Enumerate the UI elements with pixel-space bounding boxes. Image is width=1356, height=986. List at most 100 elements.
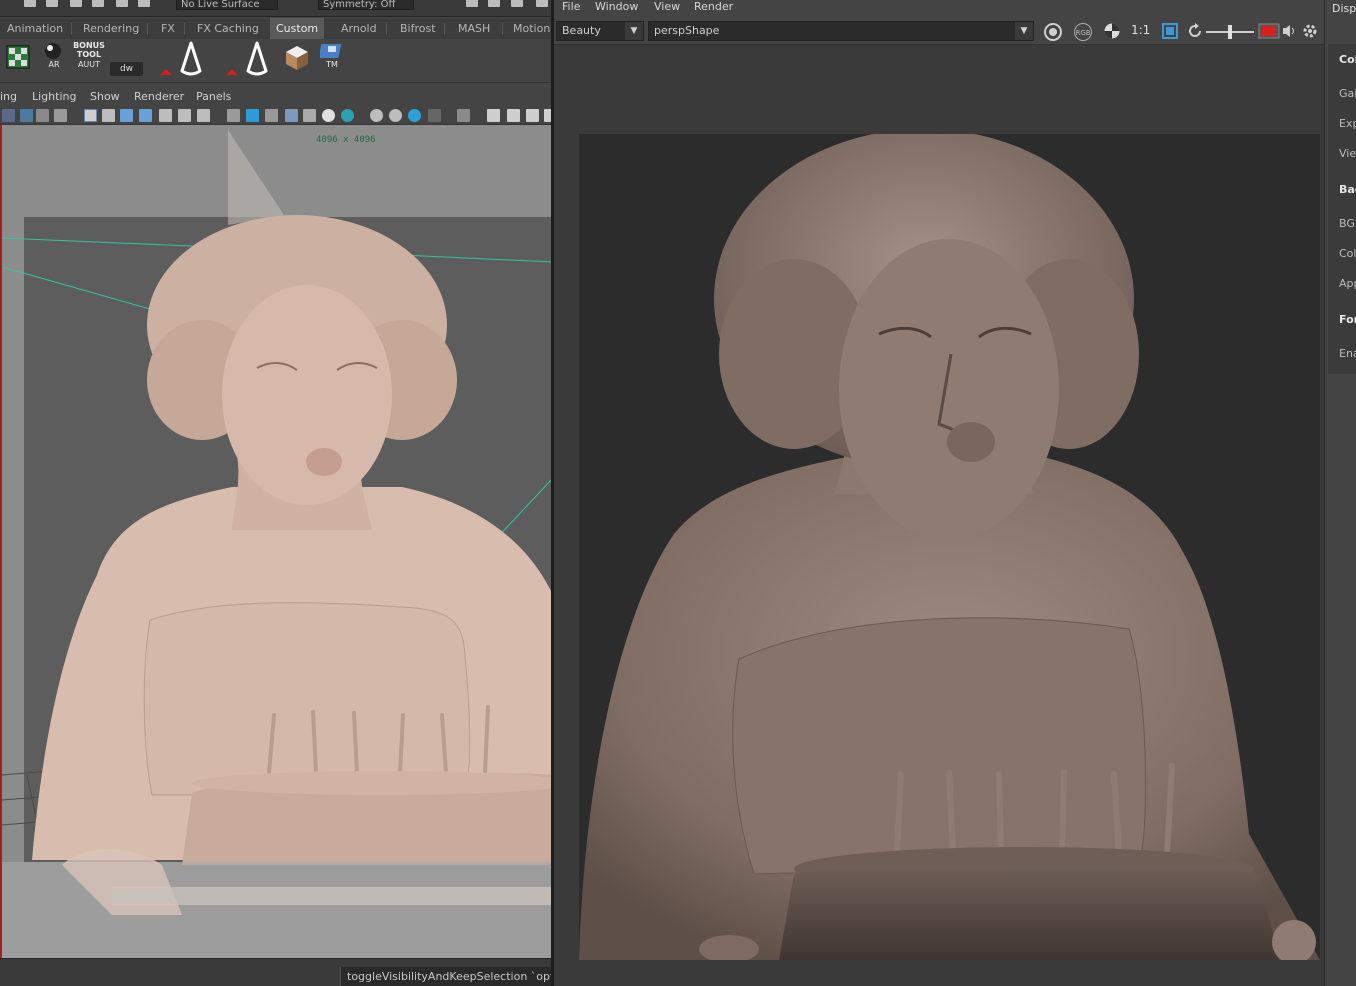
motion-blur-icon[interactable]	[370, 109, 383, 122]
snap-point-icon[interactable]	[70, 0, 82, 7]
depth-of-field-icon[interactable]	[408, 109, 421, 122]
ar-sphere-icon[interactable]	[42, 41, 64, 61]
perspective-viewport[interactable]: 4096 x 4096	[0, 125, 551, 958]
gear-icon[interactable]	[1301, 22, 1319, 40]
tab-arnold[interactable]: Arnold	[339, 18, 379, 39]
maya-main-panel: No Live Surface Symmetry: Off Animation …	[0, 0, 557, 986]
smooth-shade-icon[interactable]	[246, 109, 259, 122]
section-background[interactable]: Bac	[1339, 183, 1356, 196]
tab-animation[interactable]: Animation	[5, 18, 65, 39]
safe-title-icon[interactable]	[197, 109, 210, 122]
image-plane-icon[interactable]	[54, 109, 67, 122]
rgb-label: RGB	[1075, 29, 1090, 37]
tab-mash[interactable]: MASH	[456, 18, 492, 39]
tab-motion[interactable]: Motion	[511, 18, 552, 39]
apply-field-label: App	[1339, 277, 1356, 290]
xray-icon[interactable]	[457, 109, 470, 122]
field-chart-icon[interactable]	[159, 109, 172, 122]
chevron-down-icon: ▼	[625, 22, 643, 40]
wireframe-icon[interactable]	[227, 109, 240, 122]
tab-rendering[interactable]: Rendering	[81, 18, 141, 39]
xray-active-icon[interactable]	[507, 109, 520, 122]
status-line-top: No Live Surface Symmetry: Off	[0, 0, 551, 17]
camera-attributes-icon[interactable]	[20, 109, 33, 122]
viewport-toolbar	[0, 107, 557, 125]
menu-file[interactable]: File	[562, 0, 580, 13]
ipr-render-icon[interactable]	[511, 0, 523, 7]
film-gate-icon[interactable]	[102, 109, 115, 122]
anti-aliasing-icon[interactable]	[389, 109, 402, 122]
tab-separator	[386, 23, 387, 35]
lights-icon[interactable]	[303, 109, 316, 122]
render-settings-icon[interactable]	[536, 0, 548, 7]
select-camera-icon[interactable]	[2, 109, 15, 122]
menu-shading[interactable]: ing	[0, 90, 17, 103]
display-tab[interactable]: Disp	[1332, 2, 1356, 15]
snap-live-icon[interactable]	[138, 0, 150, 7]
snap-grid-icon[interactable]	[24, 0, 36, 7]
render-frame-icon[interactable]	[466, 0, 478, 7]
audio-icon[interactable]	[1282, 23, 1296, 39]
zoom-ratio-button[interactable]: 1:1	[1131, 23, 1150, 37]
bonus-tool-button[interactable]: BONUS TOOL	[70, 41, 108, 59]
snap-view-icon[interactable]	[92, 0, 104, 7]
safe-action-icon[interactable]	[178, 109, 191, 122]
render-view-toolbar: Beauty ▼ perspShape ▼ RGB 1:1	[554, 17, 1324, 45]
gate-mask-icon[interactable]	[139, 109, 152, 122]
bookmark-icon[interactable]	[36, 109, 49, 122]
render-region-icon[interactable]	[1043, 22, 1063, 42]
tm-label: TM	[326, 60, 338, 69]
uv-checker-icon[interactable]	[6, 45, 30, 69]
aov-dropdown[interactable]: Beauty ▼	[556, 21, 644, 41]
render-canvas[interactable]	[554, 45, 1324, 986]
auut-button[interactable]: AUUT	[72, 60, 106, 69]
menu-panels[interactable]: Panels	[196, 90, 231, 103]
isolate-select-icon[interactable]	[428, 109, 441, 122]
color-field-label: Col	[1339, 247, 1356, 260]
camera-dropdown-value: perspShape	[654, 24, 720, 37]
section-color-management[interactable]: Col	[1339, 53, 1356, 66]
dw-button[interactable]: dw	[110, 62, 143, 76]
refresh-icon[interactable]	[1187, 23, 1203, 39]
wireframe-on-shaded-icon[interactable]	[265, 109, 278, 122]
tab-bifrost[interactable]: Bifrost	[398, 18, 438, 39]
frame-all-icon[interactable]	[1162, 23, 1178, 39]
render-view-settings-panel: Disp Col Gai Exp Vie Bac BG Col App For …	[1324, 0, 1356, 986]
rendered-image	[579, 134, 1320, 960]
section-foreground[interactable]: For	[1339, 313, 1356, 326]
stop-render-icon[interactable]	[1258, 23, 1280, 39]
render-scene	[579, 134, 1320, 960]
exposure-slider[interactable]	[1206, 25, 1254, 39]
cone-light-2-icon[interactable]	[222, 41, 272, 79]
viewport-scene	[2, 130, 551, 958]
symmetry-field[interactable]: Symmetry: Off	[318, 0, 414, 10]
menu-window[interactable]: Window	[595, 0, 638, 13]
menu-renderer[interactable]: Renderer	[134, 90, 184, 103]
tab-fx[interactable]: FX	[159, 18, 177, 39]
shadows-icon[interactable]	[322, 109, 335, 122]
live-surface-field[interactable]: No Live Surface	[176, 0, 278, 10]
camera-dropdown[interactable]: perspShape ▼	[648, 21, 1034, 41]
resolution-gate-icon[interactable]	[120, 109, 133, 122]
render-sequence-icon[interactable]	[488, 0, 500, 7]
alpha-channel-icon[interactable]	[1103, 22, 1121, 40]
exposure-icon[interactable]	[526, 109, 539, 122]
bg-field-label: BG	[1339, 217, 1355, 230]
xray-joints-icon[interactable]	[487, 109, 500, 122]
command-feedback-field[interactable]: toggleVisibilityAndKeepSelection `optio	[340, 967, 551, 986]
menu-render[interactable]: Render	[694, 0, 733, 13]
menu-view[interactable]: View	[654, 0, 680, 13]
cone-light-icon[interactable]	[156, 41, 206, 79]
ambient-occlusion-icon[interactable]	[341, 109, 354, 122]
menu-show[interactable]: Show	[90, 90, 120, 103]
tab-fx-caching[interactable]: FX Caching	[195, 18, 261, 39]
menu-lighting[interactable]: Lighting	[32, 90, 76, 103]
custom-shelf: AR BONUS TOOL AUUT dw TM	[0, 39, 551, 83]
snap-surface-icon[interactable]	[116, 0, 128, 7]
textured-icon[interactable]	[285, 109, 298, 122]
tab-custom[interactable]: Custom	[270, 18, 325, 39]
grid-icon[interactable]	[84, 109, 97, 122]
cube-tool-icon[interactable]	[284, 44, 310, 72]
snap-curve-icon[interactable]	[46, 0, 58, 7]
rgb-channel-icon[interactable]: RGB	[1073, 22, 1093, 42]
